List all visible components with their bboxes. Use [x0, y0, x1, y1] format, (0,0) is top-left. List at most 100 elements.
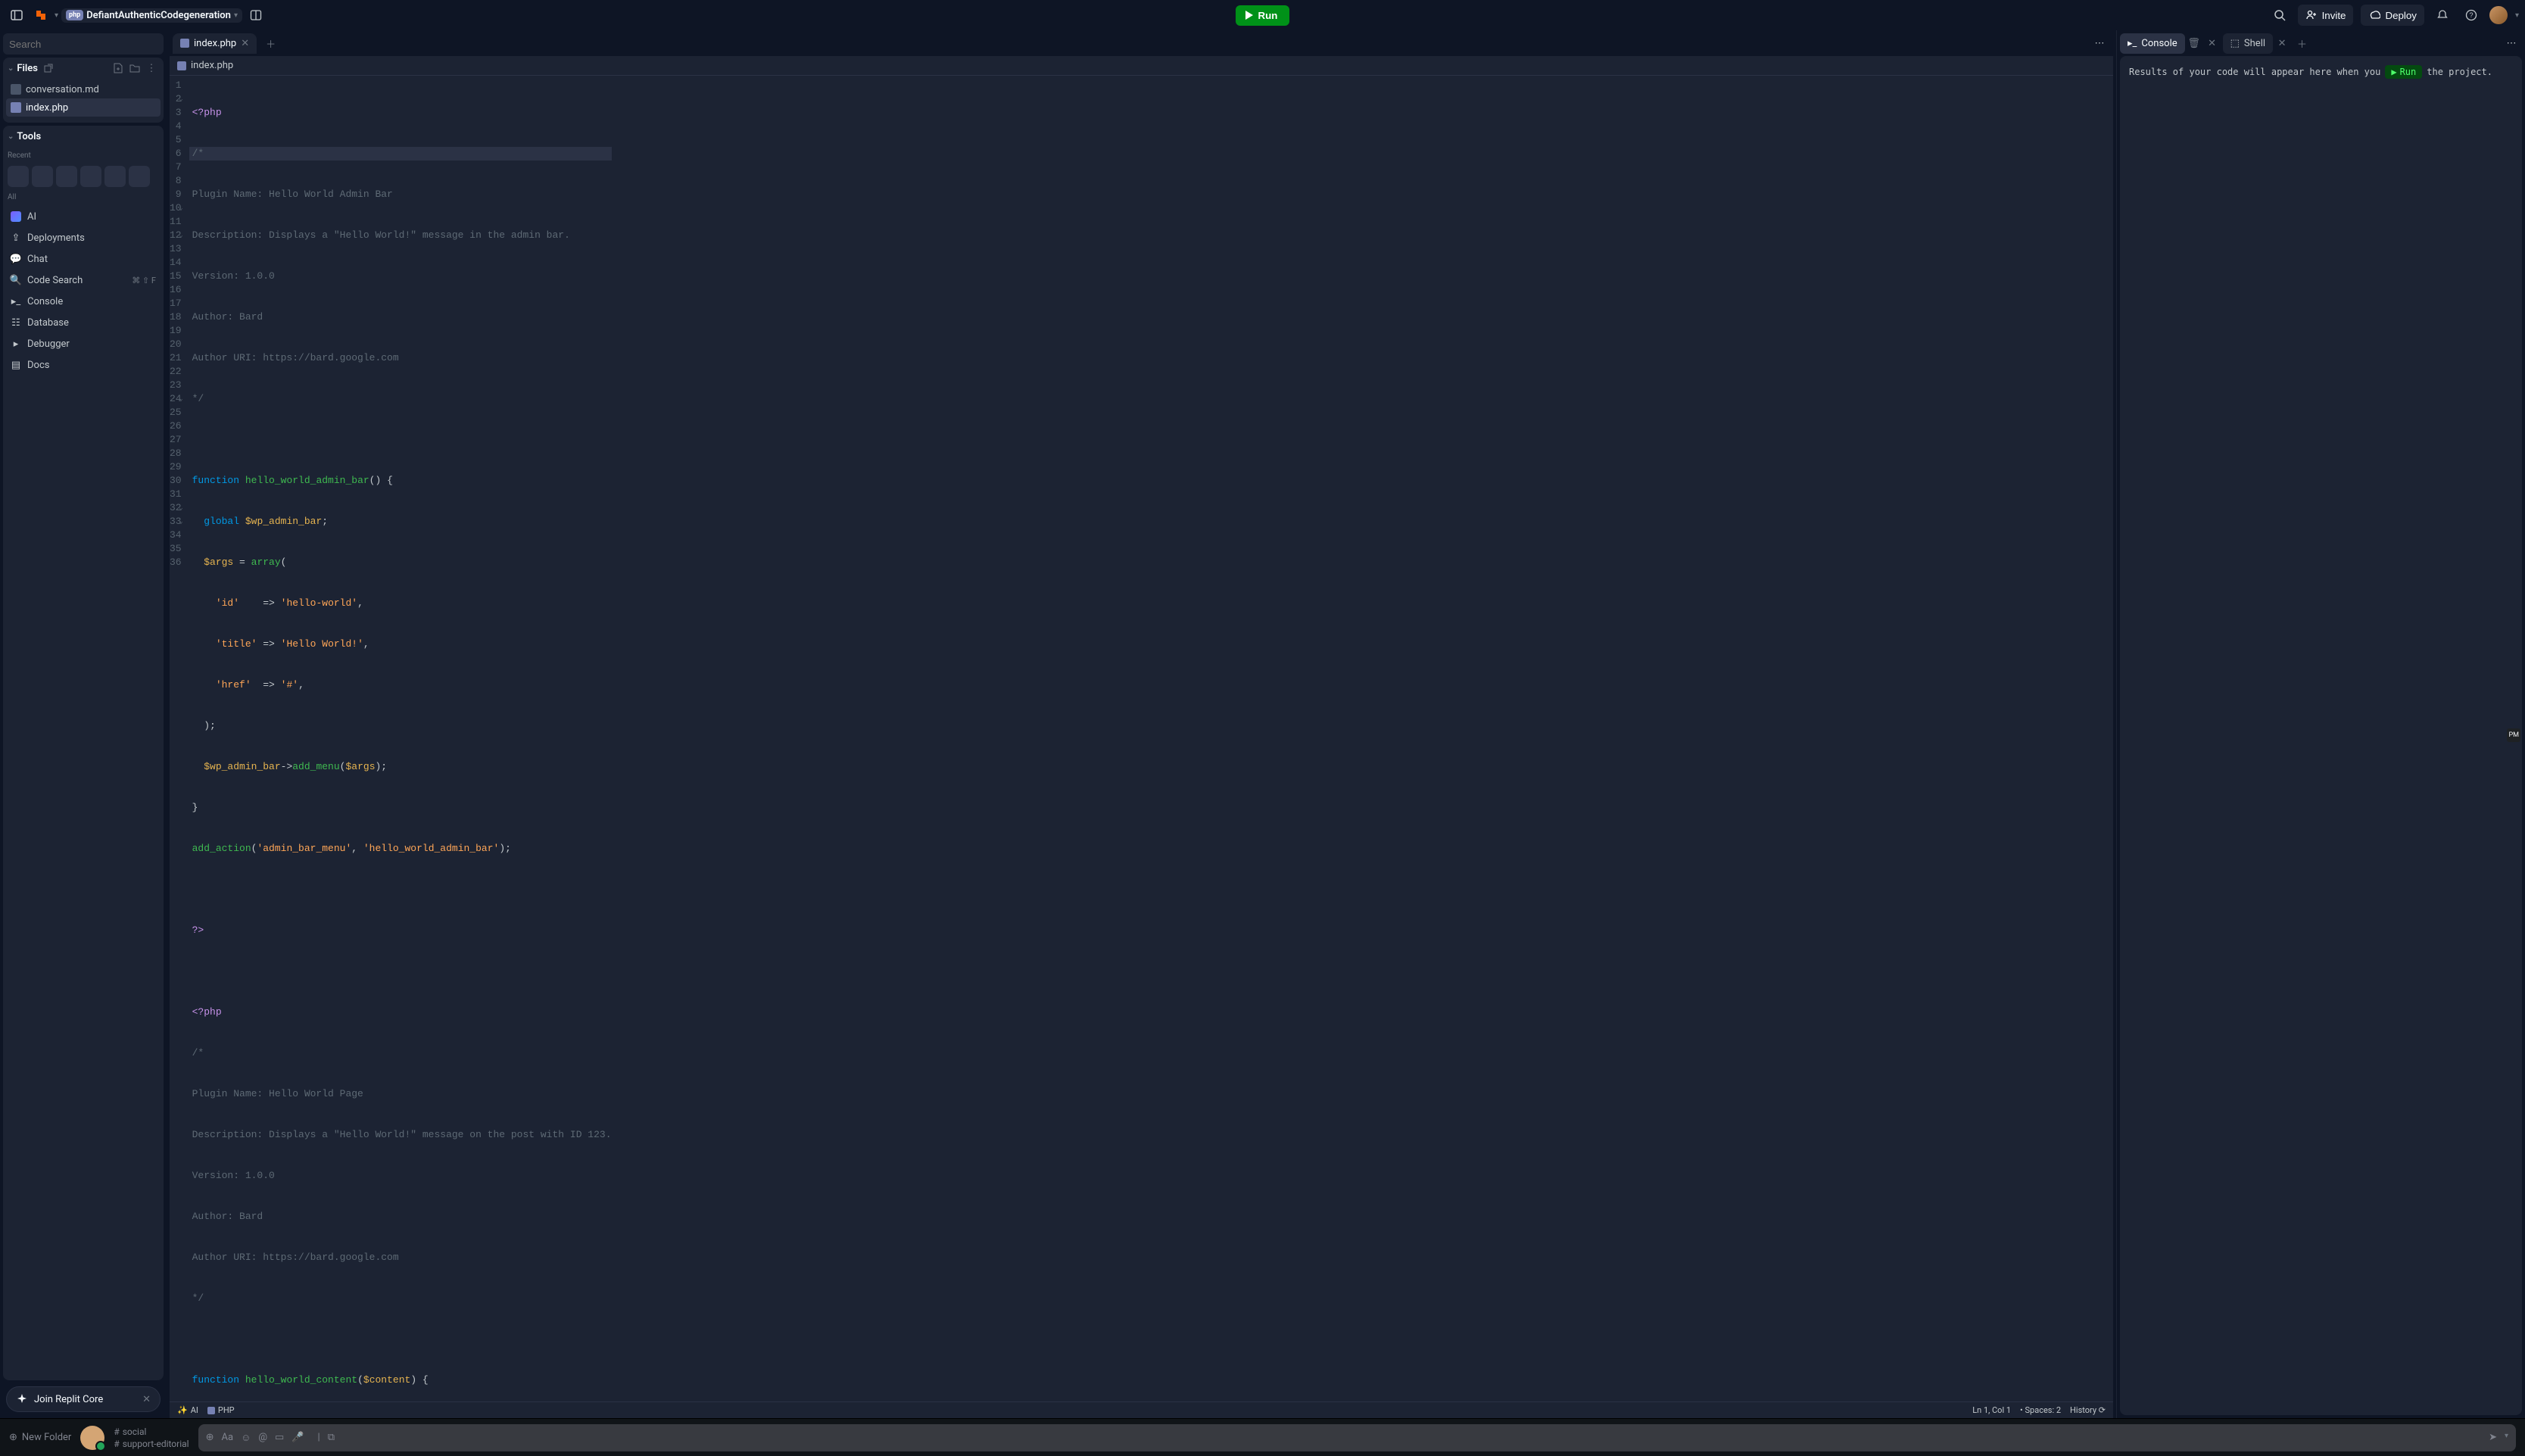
project-selector[interactable]: php DefiantAuthenticCodegeneration ▾	[61, 8, 242, 23]
recent-tool-slot[interactable]	[32, 166, 53, 187]
sidebar: ⌄ Files ⋮ conversation.md	[0, 30, 167, 1418]
tool-item-deployments[interactable]: ⇪Deployments	[8, 229, 159, 247]
tool-item-docs[interactable]: ▤Docs	[8, 356, 159, 374]
deploy-button[interactable]: Deploy	[2361, 5, 2424, 26]
topbar: ▾ php DefiantAuthenticCodegeneration ▾ R…	[0, 0, 2525, 30]
recent-tool-slot[interactable]	[8, 166, 29, 187]
code-content[interactable]: <?php /* Plugin Name: Hello World Admin …	[189, 76, 612, 1401]
channel-item[interactable]: # support-editorial	[114, 1439, 189, 1449]
add-attachment-icon[interactable]: ⊕	[206, 1432, 214, 1443]
status-ai[interactable]: ✨ AI	[177, 1405, 198, 1415]
toggle-sidebar-button[interactable]	[6, 5, 27, 26]
sidebar-search[interactable]	[3, 33, 164, 55]
right-tabbar: ▸_ Console 🗑 ✕ ⬚ Shell ✕ ＋ ⋯	[2117, 30, 2525, 56]
search-input[interactable]	[3, 39, 164, 50]
files-menu-button[interactable]: ⋮	[144, 61, 159, 76]
tab-shell[interactable]: ⬚ Shell	[2223, 33, 2273, 54]
ai-icon	[11, 211, 21, 222]
run-hint-button[interactable]: ▶ Run	[2385, 65, 2422, 79]
replit-logo[interactable]	[30, 5, 51, 26]
format-icon[interactable]: Aa	[222, 1432, 234, 1443]
new-folder-button[interactable]	[127, 61, 142, 76]
close-tab-icon[interactable]: ✕	[241, 38, 249, 49]
tool-item-console[interactable]: ▸_Console	[8, 292, 159, 310]
status-bar: ✨ AI PHP Ln 1, Col 1 • Spaces: 2 History…	[170, 1401, 2113, 1418]
add-folder-icon[interactable]: ⊕	[9, 1432, 17, 1443]
recent-tool-slot[interactable]	[104, 166, 126, 187]
breadcrumb: index.php	[191, 60, 233, 71]
markdown-file-icon	[11, 84, 21, 95]
discord-user-avatar[interactable]	[80, 1426, 104, 1450]
tool-item-ai[interactable]: AI	[8, 207, 159, 226]
close-icon[interactable]: ✕	[2205, 36, 2220, 51]
recent-tools-row	[8, 166, 159, 187]
tab-label: index.php	[194, 38, 236, 49]
search-button[interactable]	[2269, 5, 2290, 26]
user-avatar[interactable]	[2489, 6, 2508, 24]
trash-icon[interactable]: 🗑	[2187, 36, 2202, 51]
tool-item-chat[interactable]: 💬Chat	[8, 250, 159, 268]
console-icon: ▸_	[11, 296, 21, 307]
all-label: All	[8, 190, 159, 204]
notifications-button[interactable]	[2432, 5, 2453, 26]
add-tab-button[interactable]: ＋	[2297, 36, 2307, 51]
recent-tool-slot[interactable]	[129, 166, 150, 187]
new-folder-label[interactable]: New Folder	[22, 1432, 71, 1443]
chevron-down-icon: ⌄	[8, 133, 14, 141]
channel-item[interactable]: # social	[114, 1426, 189, 1437]
invite-button[interactable]: Invite	[2298, 5, 2354, 26]
recent-tool-slot[interactable]	[80, 166, 101, 187]
files-label: Files	[17, 63, 38, 74]
close-icon[interactable]: ✕	[142, 1394, 151, 1405]
help-button[interactable]: ?	[2461, 5, 2482, 26]
file-name: index.php	[26, 102, 68, 114]
deploy-label: Deploy	[2385, 10, 2417, 21]
editor-menu-button[interactable]: ⋯	[2089, 33, 2110, 54]
indent-setting[interactable]: • Spaces: 2	[2020, 1405, 2061, 1415]
external-link-icon	[42, 62, 55, 74]
layout-button[interactable]	[245, 5, 267, 26]
files-header[interactable]: ⌄ Files	[8, 62, 55, 74]
debugger-icon: ▸	[11, 338, 21, 349]
mention-icon[interactable]: @	[258, 1432, 267, 1443]
tool-item-debugger[interactable]: ▸Debugger	[8, 335, 159, 353]
send-icon[interactable]: ➤	[2489, 1432, 2497, 1443]
file-item-index[interactable]: index.php	[6, 98, 161, 117]
cursor-position[interactable]: Ln 1, Col 1	[1972, 1405, 2011, 1415]
recent-tool-slot[interactable]	[56, 166, 77, 187]
file-item-conversation[interactable]: conversation.md	[6, 80, 161, 98]
chat-icon: 💬	[11, 254, 21, 264]
tool-item-codesearch[interactable]: 🔍Code Search⌘ ⇧ F	[8, 271, 159, 289]
sparkle-icon	[16, 1393, 28, 1405]
run-button[interactable]: Run	[1236, 5, 1290, 26]
add-tab-button[interactable]: ＋	[266, 36, 276, 51]
tools-label: Tools	[17, 131, 41, 142]
editor-tab-index[interactable]: index.php ✕	[173, 33, 257, 54]
new-file-button[interactable]	[111, 61, 126, 76]
message-composer[interactable]: ⊕ Aa ☺ @ ▭ 🎤 | ⧉ ➤ ▾	[198, 1424, 2516, 1451]
tool-item-database[interactable]: ☷Database	[8, 313, 159, 332]
chevron-down-icon: ▾	[2505, 1432, 2508, 1443]
project-name: DefiantAuthenticCodegeneration	[86, 10, 231, 21]
tools-header[interactable]: ⌄ Tools	[8, 131, 41, 142]
shortcut-label: ⌘ ⇧ F	[132, 276, 156, 285]
php-file-icon	[180, 39, 189, 48]
php-file-icon	[207, 1407, 215, 1414]
video-icon[interactable]: ▭	[275, 1432, 284, 1443]
console-output[interactable]: Results of your code will appear here wh…	[2120, 56, 2522, 1415]
close-icon[interactable]: ✕	[2274, 36, 2290, 51]
status-lang[interactable]: PHP	[207, 1405, 235, 1415]
code-editor[interactable]: 123456789 1011121314151617181920212223 2…	[170, 76, 2113, 1401]
php-badge-icon: php	[66, 10, 83, 20]
code-icon[interactable]: ⧉	[328, 1432, 335, 1443]
audio-icon[interactable]: 🎤	[291, 1432, 304, 1443]
join-core-label: Join Replit Core	[34, 1394, 103, 1405]
console-hint-pre: Results of your code will appear here wh…	[2129, 67, 2380, 77]
database-icon: ☷	[11, 317, 21, 328]
recent-label: Recent	[8, 148, 159, 163]
emoji-icon[interactable]: ☺	[241, 1432, 251, 1444]
history-button[interactable]: History ⟳	[2070, 1405, 2106, 1415]
tab-console[interactable]: ▸_ Console	[2120, 33, 2185, 54]
pane-menu-button[interactable]: ⋯	[2501, 33, 2522, 54]
join-core-button[interactable]: Join Replit Core ✕	[6, 1386, 161, 1412]
